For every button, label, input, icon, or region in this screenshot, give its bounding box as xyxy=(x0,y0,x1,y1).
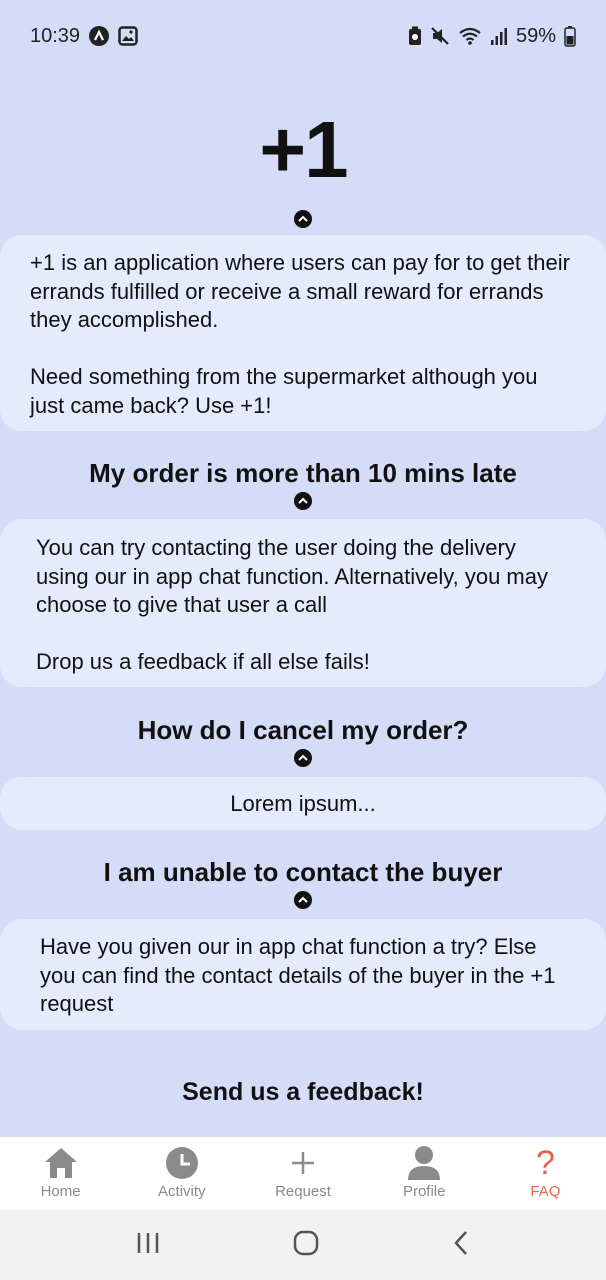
status-bar: 10:39 59% xyxy=(0,0,606,72)
nav-item-home[interactable]: Home xyxy=(0,1137,121,1210)
answer-paragraph-1: Lorem ipsum... xyxy=(230,791,376,816)
home-button-icon[interactable] xyxy=(292,1229,320,1262)
app-notification-icon xyxy=(88,25,110,47)
faq-question-late-order[interactable]: My order is more than 10 mins late xyxy=(0,457,606,489)
battery-percent: 59% xyxy=(515,24,556,47)
system-nav-bar xyxy=(0,1210,606,1280)
battery-saver-icon xyxy=(408,26,422,46)
faq-answer-late-order: You can try contacting the user doing th… xyxy=(0,519,606,687)
status-time: 10:39 xyxy=(30,24,81,47)
nav-label-home: Home xyxy=(40,1183,81,1200)
nav-item-activity[interactable]: Activity xyxy=(121,1137,242,1210)
faq-answer-contact-buyer: Have you given our in app chat function … xyxy=(0,919,606,1030)
back-icon[interactable] xyxy=(451,1229,471,1262)
chevron-up-icon[interactable] xyxy=(294,749,312,767)
status-right: 59% xyxy=(408,25,576,48)
app-title: +1 xyxy=(259,105,348,194)
mute-icon xyxy=(430,26,450,46)
battery-icon xyxy=(564,25,576,47)
intro-paragraph-1: +1 is an application where users can pay… xyxy=(30,250,570,332)
answer-paragraph-1: Have you given our in app chat function … xyxy=(40,934,556,1016)
home-icon xyxy=(43,1143,79,1183)
bottom-nav: Home Activity Request Profile ? FAQ xyxy=(0,1137,606,1210)
faq-question-contact-buyer[interactable]: I am unable to contact the buyer xyxy=(0,856,606,888)
answer-paragraph-1: You can try contacting the user doing th… xyxy=(36,535,548,617)
question-icon: ? xyxy=(535,1143,555,1182)
chevron-up-icon[interactable] xyxy=(294,891,312,909)
wifi-icon xyxy=(458,26,482,46)
nav-item-request[interactable]: Request xyxy=(242,1137,363,1210)
intro-paragraph-2: Need something from the supermarket alth… xyxy=(30,364,538,418)
nav-label-profile: Profile xyxy=(402,1183,446,1200)
faq-question-cancel-order[interactable]: How do I cancel my order? xyxy=(0,714,606,746)
nav-label-request: Request xyxy=(275,1183,331,1200)
status-left: 10:39 xyxy=(30,25,138,48)
intro-card: +1 is an application where users can pay… xyxy=(0,235,606,431)
nav-label-faq: FAQ xyxy=(530,1183,561,1200)
faq-answer-cancel-order: Lorem ipsum... xyxy=(0,777,606,830)
signal-icon xyxy=(490,26,508,46)
recent-apps-icon[interactable] xyxy=(135,1231,161,1260)
person-icon xyxy=(407,1143,441,1183)
plus-icon xyxy=(289,1143,317,1183)
nav-item-faq[interactable]: ? FAQ xyxy=(485,1137,606,1210)
nav-item-profile[interactable]: Profile xyxy=(364,1137,485,1210)
image-notification-icon xyxy=(118,26,138,46)
chevron-up-icon[interactable] xyxy=(294,492,312,510)
nav-label-activity: Activity xyxy=(158,1183,206,1200)
clock-icon xyxy=(165,1143,199,1183)
chevron-up-icon[interactable] xyxy=(294,210,312,228)
send-feedback-button[interactable]: Send us a feedback! xyxy=(0,1076,606,1108)
answer-paragraph-2: Drop us a feedback if all else fails! xyxy=(36,649,370,674)
